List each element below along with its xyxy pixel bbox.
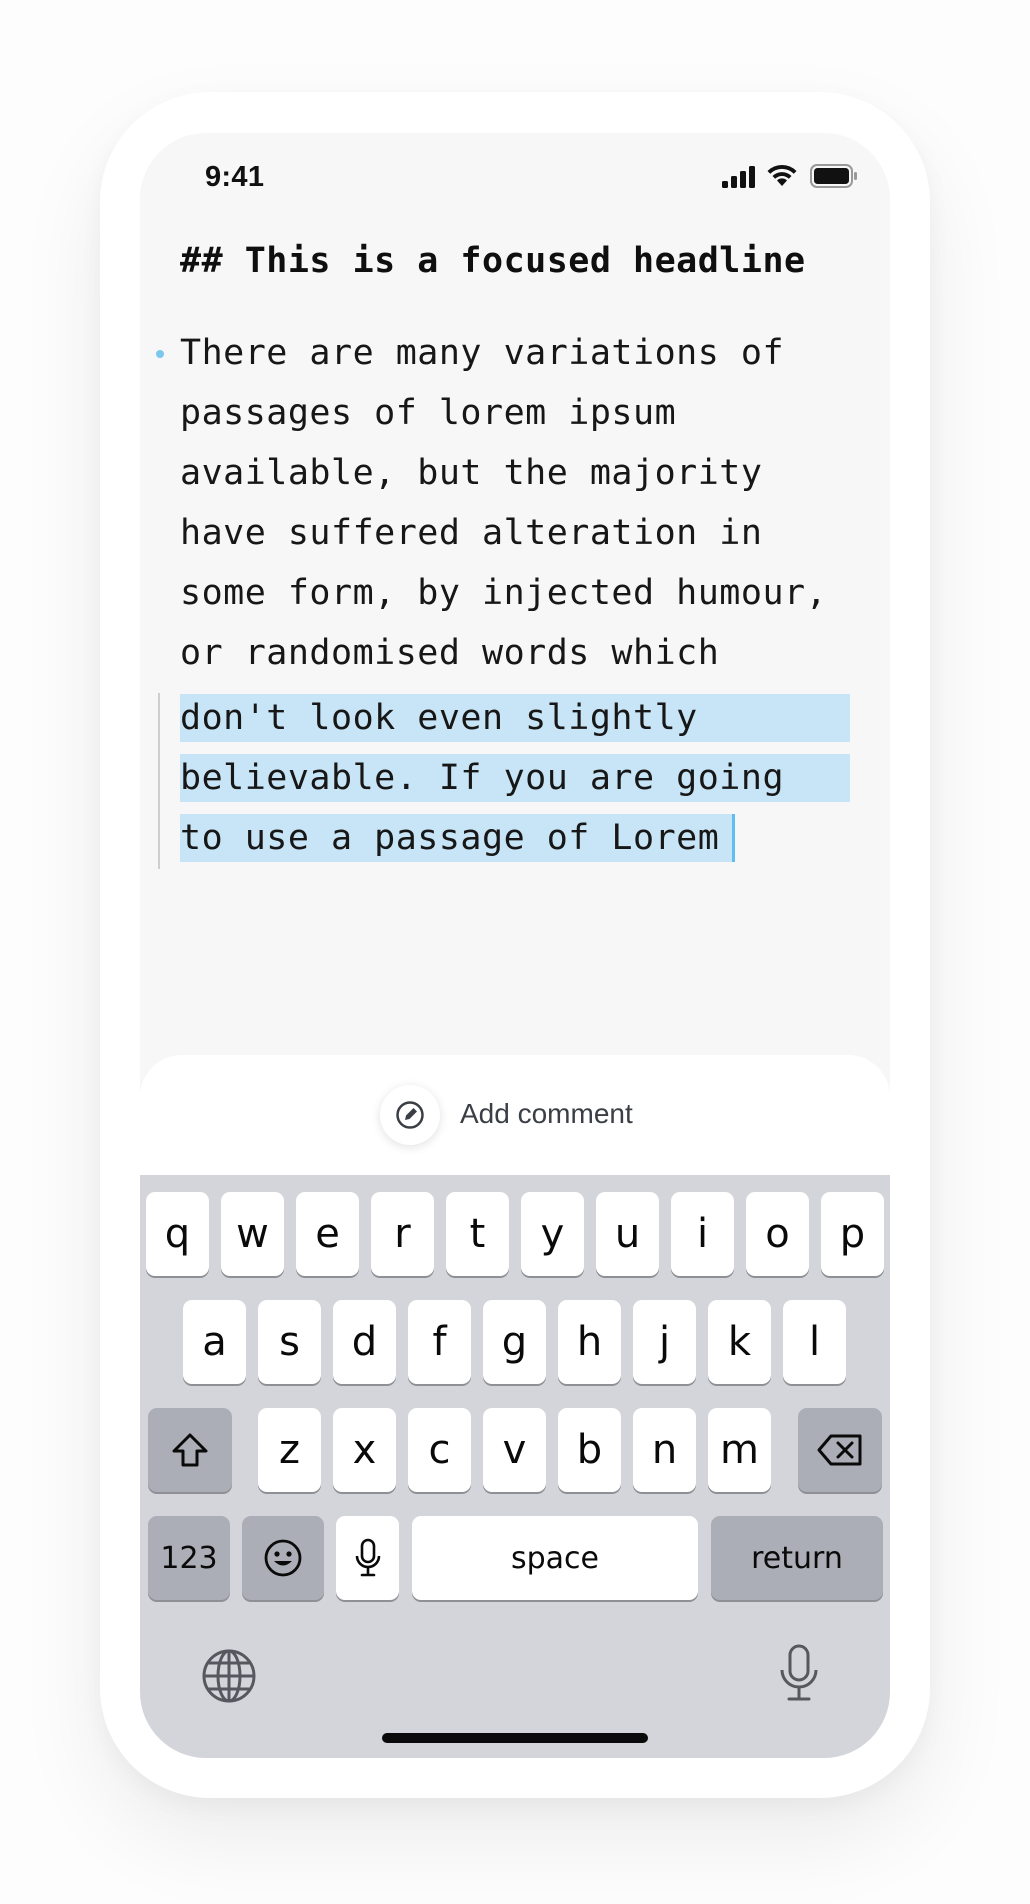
- microphone-icon: [355, 1538, 380, 1577]
- dictation-icon[interactable]: [777, 1643, 821, 1703]
- key-h[interactable]: h: [558, 1300, 621, 1384]
- key-f[interactable]: f: [408, 1300, 471, 1384]
- selected-text-line[interactable]: believable. If you are going: [180, 754, 784, 802]
- microphone-key[interactable]: [336, 1516, 399, 1600]
- key-x[interactable]: x: [333, 1408, 396, 1492]
- focus-indicator-bar: [158, 693, 160, 869]
- paragraph-line: available, but the majority: [180, 453, 763, 493]
- cellular-signal-icon: [722, 166, 755, 188]
- key-z[interactable]: z: [258, 1408, 321, 1492]
- key-c[interactable]: c: [408, 1408, 471, 1492]
- status-icons: [722, 163, 862, 191]
- delete-icon: [817, 1434, 862, 1466]
- key-n[interactable]: n: [633, 1408, 696, 1492]
- key-r[interactable]: r: [371, 1192, 434, 1276]
- shift-icon: [172, 1433, 208, 1467]
- key-q[interactable]: q: [146, 1192, 209, 1276]
- paragraph-line: or randomised words which: [180, 633, 720, 673]
- ios-keyboard: q w e r t y u i o p a s d f g h j k l z …: [140, 1175, 890, 1758]
- paragraph-line: passages of lorem ipsum: [180, 393, 677, 433]
- focused-headline: ## This is a focused headline: [180, 241, 806, 281]
- battery-icon: [810, 164, 857, 188]
- status-time: 9:41: [205, 161, 265, 193]
- key-w[interactable]: w: [221, 1192, 284, 1276]
- return-key[interactable]: return: [711, 1516, 883, 1600]
- add-comment-label[interactable]: Add comment: [460, 1098, 633, 1130]
- key-m[interactable]: m: [708, 1408, 771, 1492]
- key-d[interactable]: d: [333, 1300, 396, 1384]
- key-u[interactable]: u: [596, 1192, 659, 1276]
- selected-text-line[interactable]: to use a passage of Lorem: [180, 814, 719, 862]
- globe-icon[interactable]: [201, 1648, 257, 1704]
- key-v[interactable]: v: [483, 1408, 546, 1492]
- key-e[interactable]: e: [296, 1192, 359, 1276]
- key-g[interactable]: g: [483, 1300, 546, 1384]
- paragraph-line: There are many variations of: [180, 333, 785, 373]
- key-p[interactable]: p: [821, 1192, 884, 1276]
- pen-circle-icon: [396, 1101, 424, 1129]
- phone-screen: 9:41 ## This is a focused headline There…: [140, 133, 890, 1758]
- paragraph-line: have suffered alteration in: [180, 513, 763, 553]
- key-j[interactable]: j: [633, 1300, 696, 1384]
- paragraph-text: There are many variations of passages of…: [180, 323, 860, 683]
- key-o[interactable]: o: [746, 1192, 809, 1276]
- wifi-icon: [767, 164, 797, 186]
- emoji-key[interactable]: [242, 1516, 324, 1600]
- text-caret: [732, 814, 735, 862]
- paragraph-line: some form, by injected humour,: [180, 573, 828, 613]
- key-l[interactable]: l: [783, 1300, 846, 1384]
- status-bar: 9:41: [140, 133, 890, 223]
- comment-bar: Add comment: [140, 1055, 890, 1185]
- key-y[interactable]: y: [521, 1192, 584, 1276]
- home-indicator[interactable]: [382, 1733, 648, 1743]
- key-a[interactable]: a: [183, 1300, 246, 1384]
- key-t[interactable]: t: [446, 1192, 509, 1276]
- numbers-key[interactable]: 123: [148, 1516, 230, 1600]
- selected-text-line[interactable]: don't look even slightly: [180, 694, 698, 742]
- key-k[interactable]: k: [708, 1300, 771, 1384]
- paragraph-bullet: [156, 350, 164, 358]
- shift-key[interactable]: [148, 1408, 232, 1492]
- space-key[interactable]: space: [412, 1516, 698, 1600]
- key-i[interactable]: i: [671, 1192, 734, 1276]
- add-comment-button[interactable]: [380, 1085, 440, 1145]
- emoji-icon: [264, 1539, 302, 1577]
- key-s[interactable]: s: [258, 1300, 321, 1384]
- delete-key[interactable]: [798, 1408, 882, 1492]
- key-b[interactable]: b: [558, 1408, 621, 1492]
